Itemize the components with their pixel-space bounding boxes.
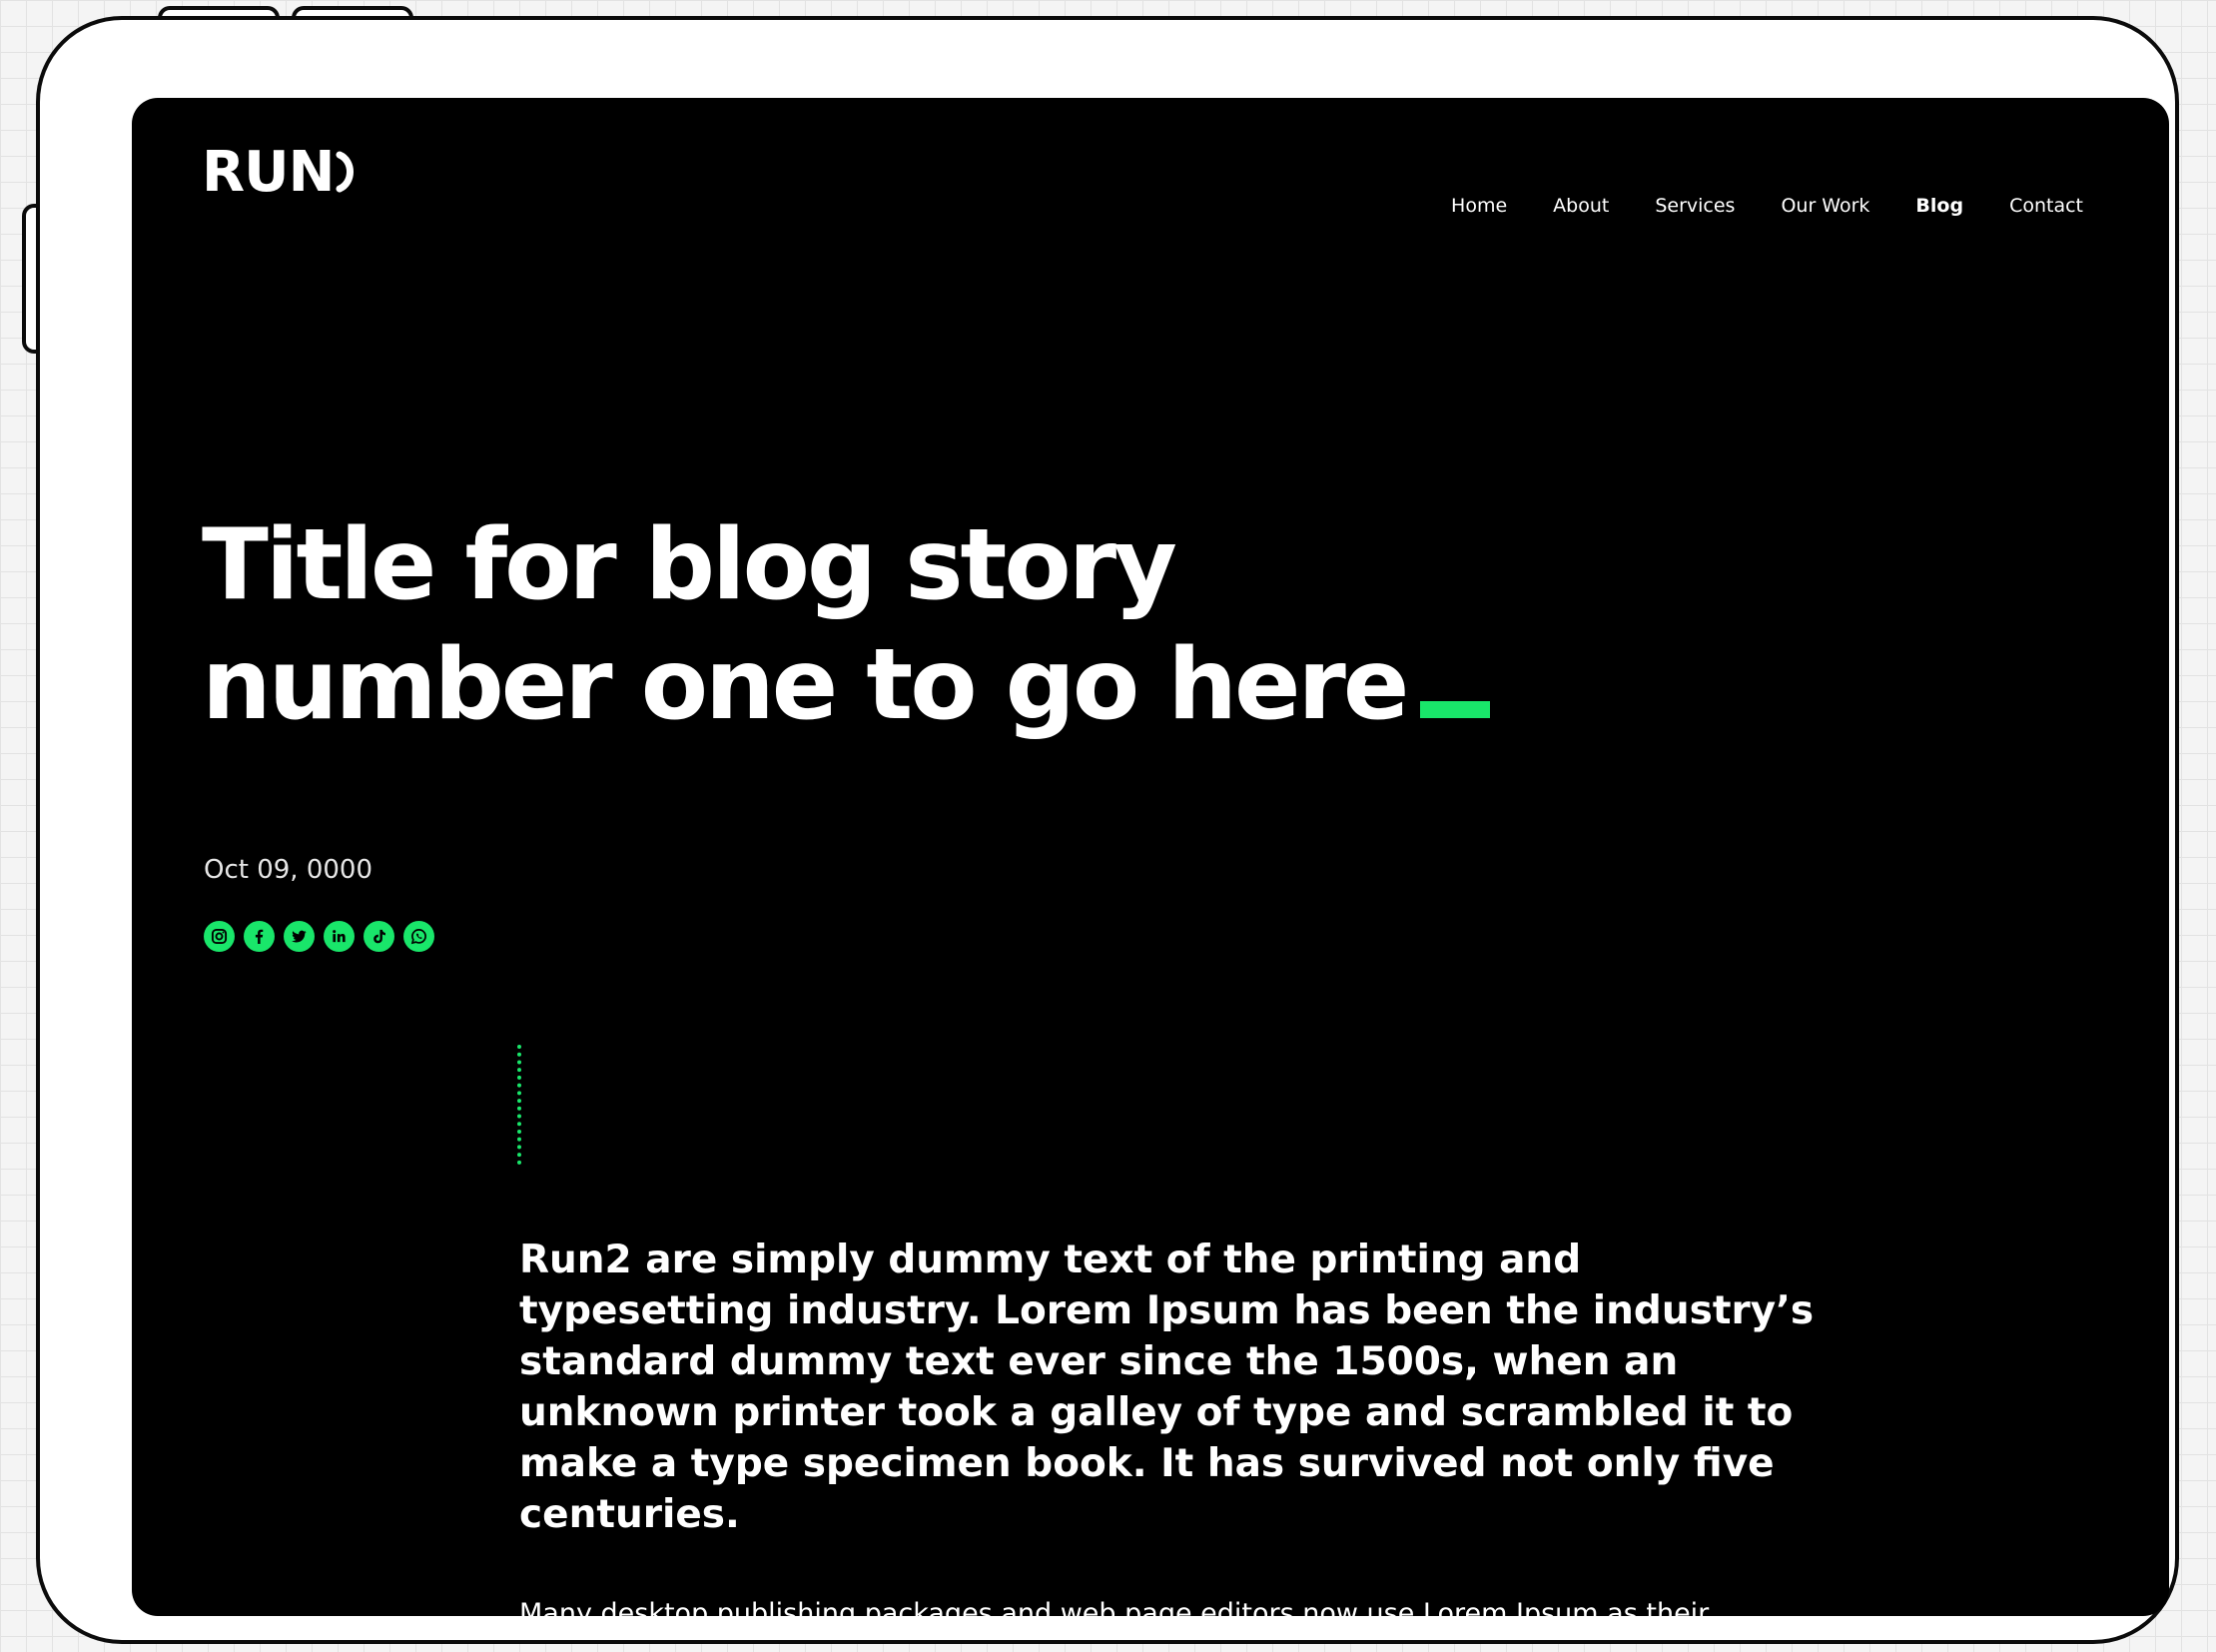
brand-logo[interactable]: RUN xyxy=(202,132,358,212)
post-title-line-2-wrap: number one to go here xyxy=(202,625,1800,745)
facebook-icon[interactable] xyxy=(244,921,275,952)
post-body-paragraph: Many desktop publishing packages and web… xyxy=(519,1598,1710,1616)
post-title-line-2: number one to go here xyxy=(202,628,1409,742)
logo-wave-mark xyxy=(336,151,355,193)
nav-item-blog[interactable]: Blog xyxy=(1915,195,1963,217)
lead-line: standard dummy text ever since the 1500s… xyxy=(519,1339,1679,1384)
nav-item-our-work[interactable]: Our Work xyxy=(1781,195,1869,217)
nav-item-services[interactable]: Services xyxy=(1655,195,1735,217)
dotted-divider xyxy=(517,1045,521,1165)
post-title-line-1: Title for blog story xyxy=(202,508,1177,622)
nav-item-contact[interactable]: Contact xyxy=(2009,195,2083,217)
lead-line: make a type specimen book. It has surviv… xyxy=(519,1441,1775,1486)
lead-line: centuries. xyxy=(519,1492,740,1537)
post-lead-paragraph: Run2 are simply dummy text of the printi… xyxy=(519,1235,1815,1540)
social-share-icons xyxy=(204,921,434,952)
screen: RUN Home About Services Our Work Blog Co… xyxy=(132,98,2169,1616)
twitter-icon[interactable] xyxy=(284,921,315,952)
title-cursor-accent xyxy=(1420,701,1491,718)
lead-line: typesetting industry. Lorem Ipsum has be… xyxy=(519,1288,1815,1333)
main-nav: Home About Services Our Work Blog Contac… xyxy=(1451,195,2083,217)
lead-line: Run2 are simply dummy text of the printi… xyxy=(519,1238,1582,1282)
post-date: Oct 09, 0000 xyxy=(204,855,372,885)
linkedin-icon[interactable] xyxy=(324,921,355,952)
nav-item-home[interactable]: Home xyxy=(1451,195,1507,217)
logo-text: RUN xyxy=(202,139,335,205)
lead-line: unknown printer took a galley of type an… xyxy=(519,1390,1794,1435)
instagram-icon[interactable] xyxy=(204,921,235,952)
nav-item-about[interactable]: About xyxy=(1553,195,1609,217)
tiktok-icon[interactable] xyxy=(364,921,394,952)
whatsapp-icon[interactable] xyxy=(403,921,434,952)
tablet-frame: RUN Home About Services Our Work Blog Co… xyxy=(36,16,2179,1644)
post-title: Title for blog story number one to go he… xyxy=(202,505,1800,745)
